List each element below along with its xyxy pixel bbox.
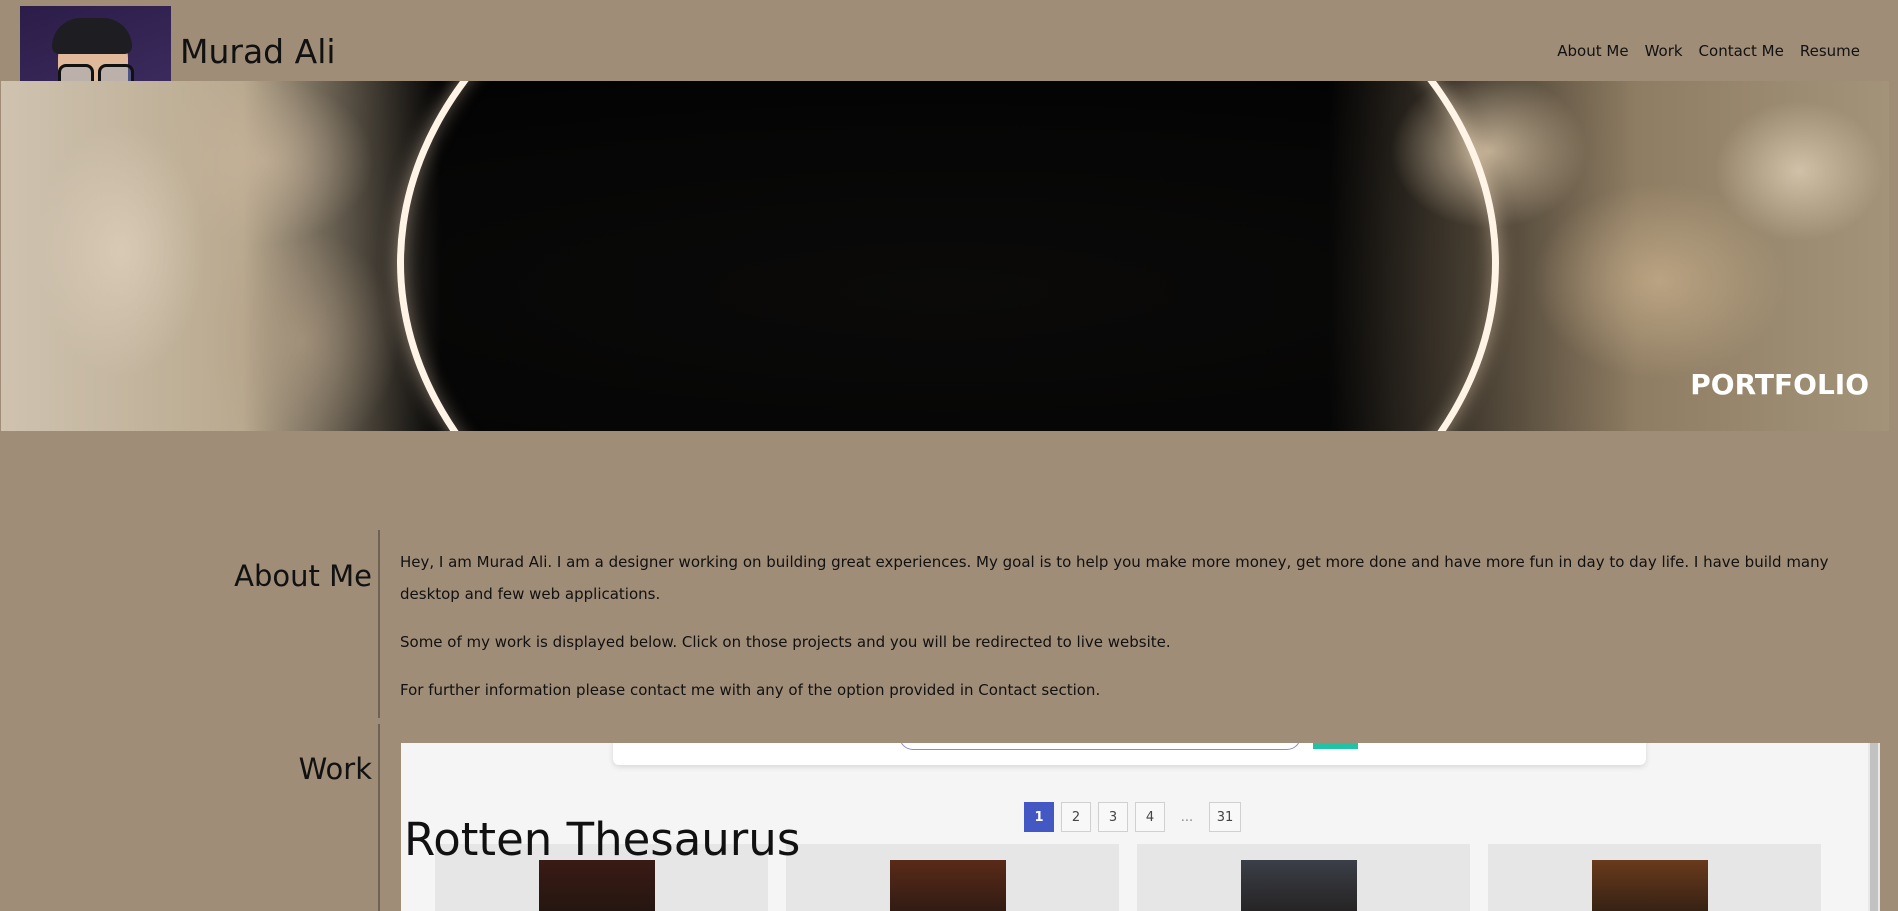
about-body: Hey, I am Murad Ali. I am a designer wor… [400, 546, 1885, 722]
movie-card[interactable] [786, 844, 1119, 911]
about-paragraph: Hey, I am Murad Ali. I am a designer wor… [400, 553, 1829, 603]
movie-card[interactable] [1137, 844, 1470, 911]
main-nav: About Me Work Contact Me Resume [1557, 42, 1860, 60]
hero-banner: PORTFOLIO [1, 81, 1889, 431]
about-paragraph: For further information please contact m… [400, 681, 1101, 699]
search-button[interactable] [1313, 743, 1358, 749]
site-title: Murad Ali [180, 32, 336, 71]
about-divider [378, 530, 380, 718]
movie-poster[interactable] [1592, 860, 1708, 911]
page-3[interactable]: 3 [1098, 802, 1128, 832]
page-4[interactable]: 4 [1135, 802, 1165, 832]
glowing-ring [397, 81, 1499, 431]
work-divider [378, 724, 380, 911]
movie-poster[interactable] [1241, 860, 1357, 911]
nav-resume[interactable]: Resume [1800, 42, 1860, 60]
nav-about-me[interactable]: About Me [1557, 42, 1628, 60]
movie-poster[interactable] [890, 860, 1006, 911]
page-1[interactable]: 1 [1024, 802, 1054, 832]
page-ellipsis: ... [1180, 809, 1194, 825]
about-paragraph: Some of my work is displayed below. Clic… [400, 633, 1171, 651]
project-title[interactable]: Rotten Thesaurus [404, 813, 800, 866]
page-2[interactable]: 2 [1061, 802, 1091, 832]
page-31[interactable]: 31 [1209, 802, 1241, 832]
preview-scrollbar[interactable] [1868, 743, 1880, 911]
pagination: 1 2 3 4 ... 31 [1024, 802, 1241, 832]
search-input[interactable] [899, 743, 1301, 750]
scroll-thumb[interactable] [1870, 743, 1878, 911]
work-section-title: Work [298, 752, 372, 786]
nav-contact-me[interactable]: Contact Me [1699, 42, 1784, 60]
search-card [613, 743, 1646, 765]
smoke-left [1, 81, 441, 431]
movie-poster[interactable] [539, 860, 655, 911]
hero-label: PORTFOLIO [1690, 368, 1869, 401]
movie-card[interactable] [1488, 844, 1821, 911]
nav-work[interactable]: Work [1645, 42, 1683, 60]
about-section-title: About Me [234, 559, 372, 593]
